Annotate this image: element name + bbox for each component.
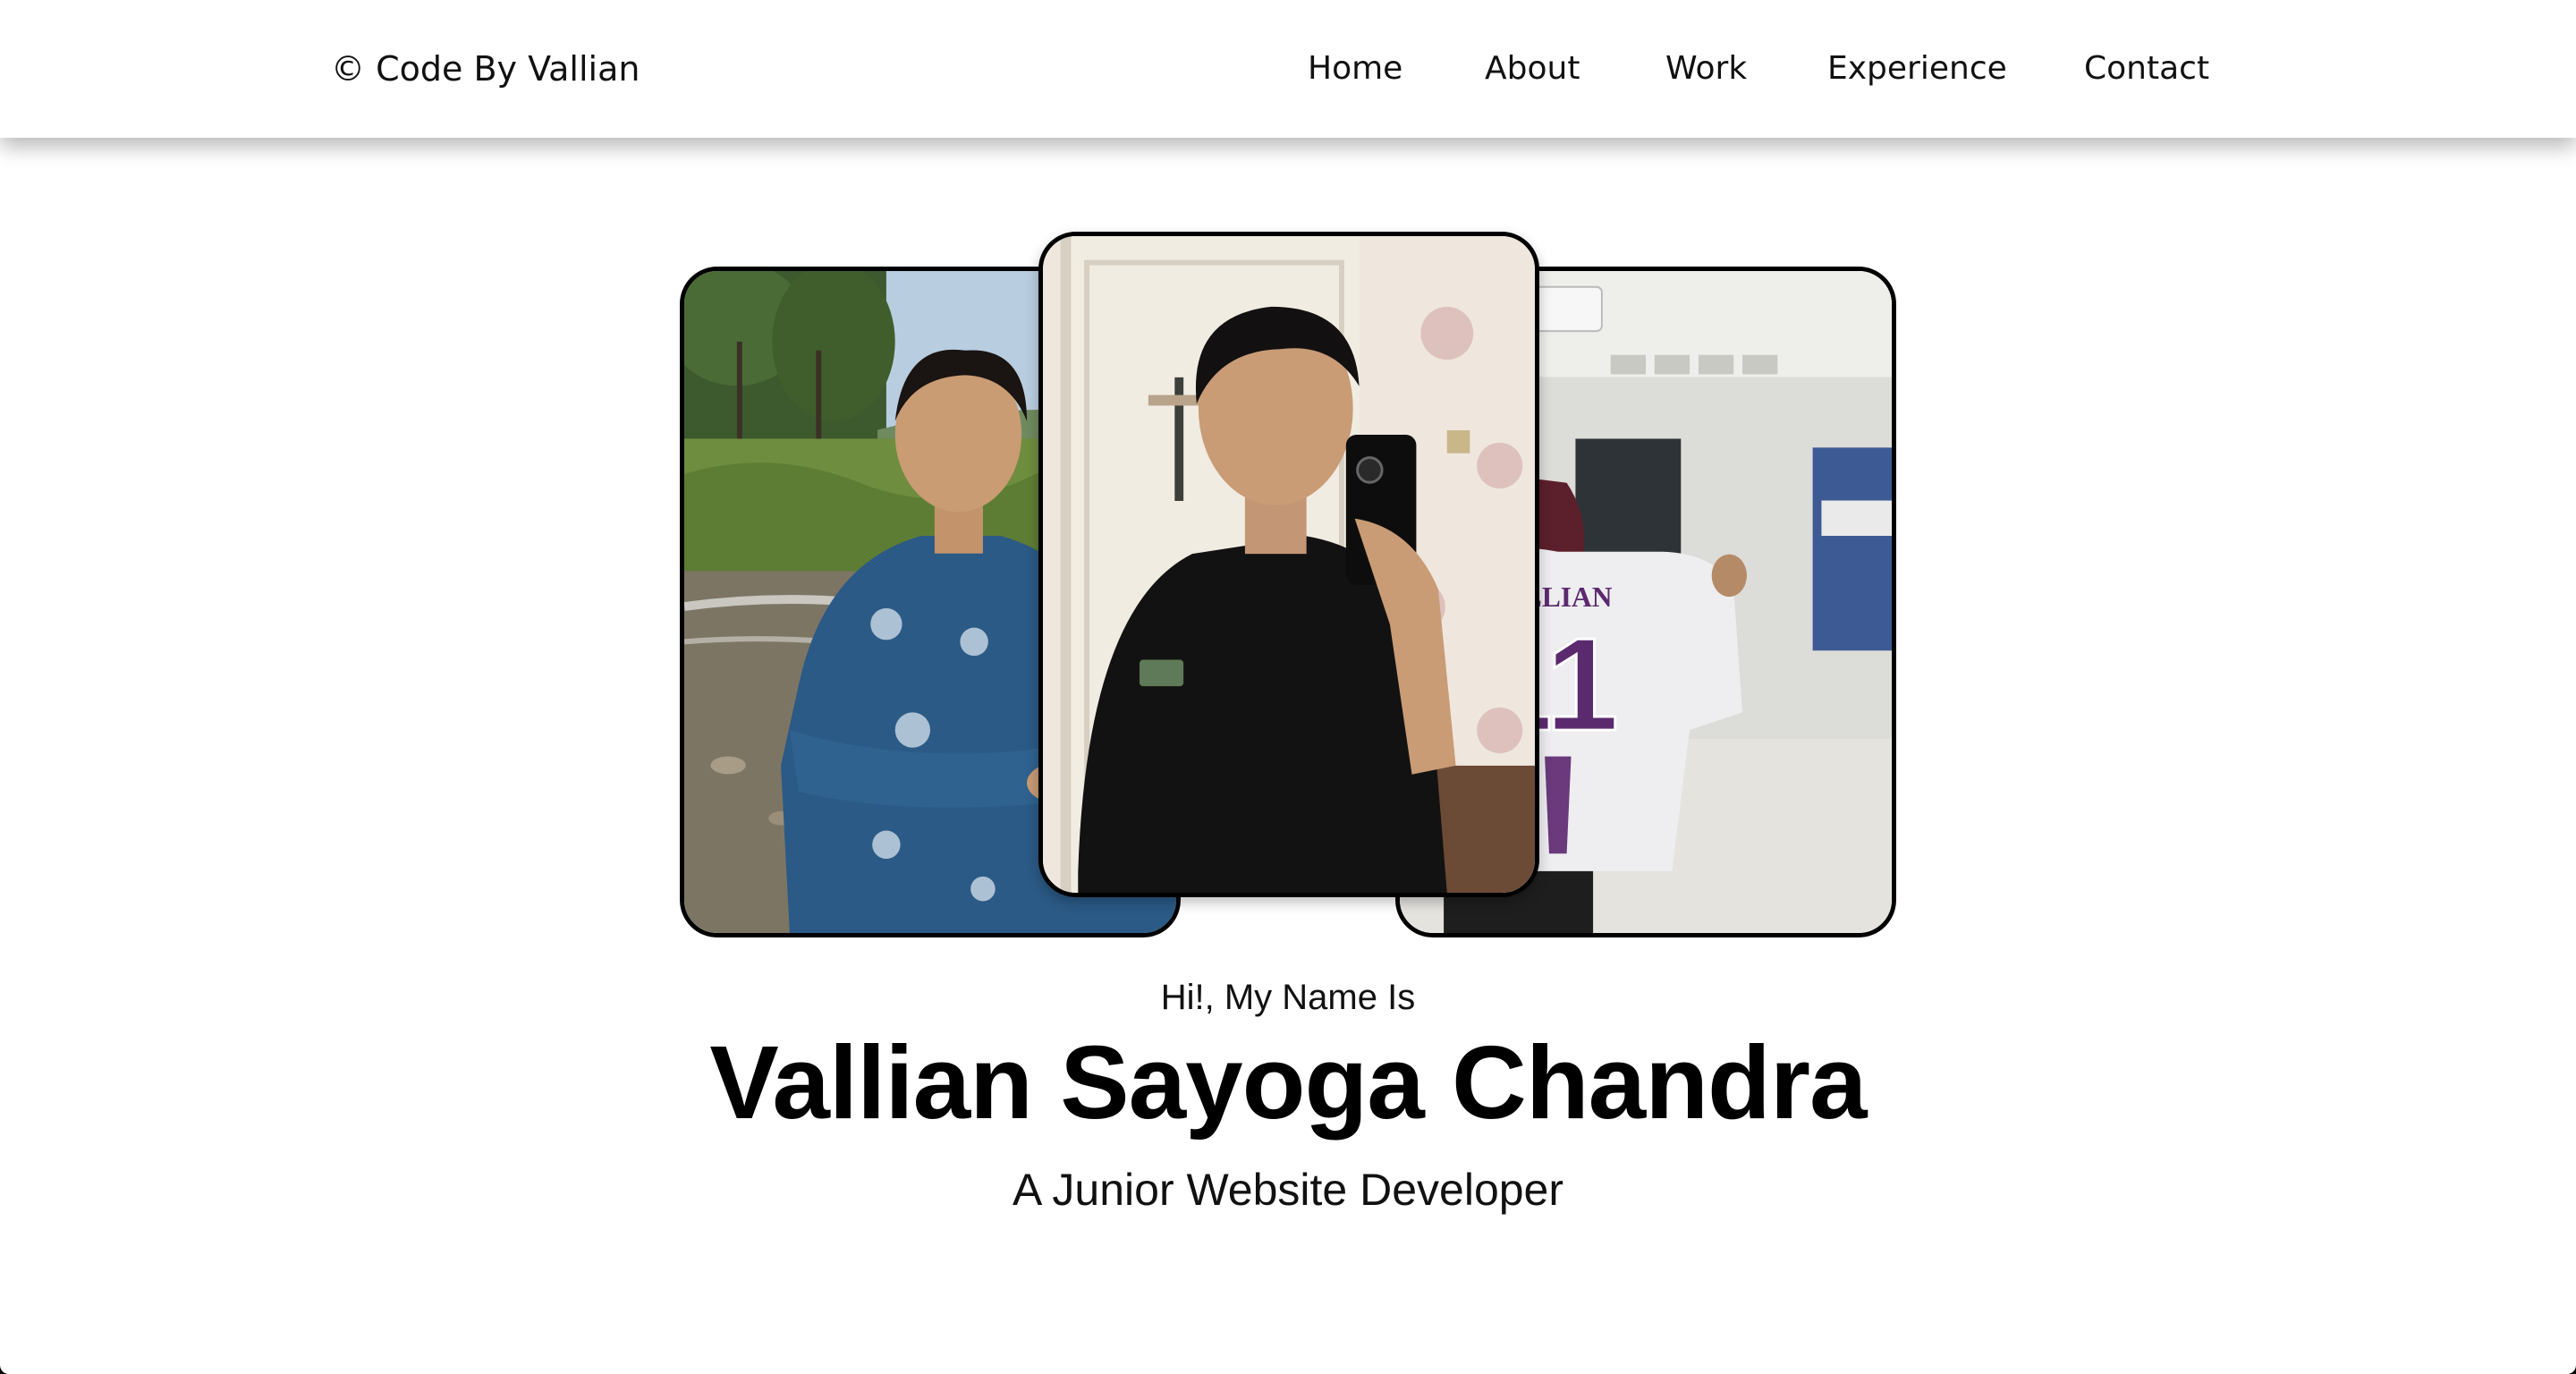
nav-link-work[interactable]: Work <box>1665 47 1747 91</box>
main-nav: Home About Work Experience Contact <box>0 47 2576 91</box>
nav-link-about[interactable]: About <box>1485 47 1580 91</box>
hero-name-title: Vallian Sayoga Chandra <box>709 1024 1867 1141</box>
photo-center-selfie <box>1038 232 1539 897</box>
nav-link-home[interactable]: Home <box>1308 47 1402 91</box>
page: © Code By Vallian Home About Work Experi… <box>0 0 2576 1374</box>
hero-role-subtitle: A Junior Website Developer <box>1012 1165 1564 1215</box>
nav-link-experience[interactable]: Experience <box>1827 47 2007 91</box>
hero-greeting: Hi!, My Name Is <box>1160 978 1416 1017</box>
nav-link-contact[interactable]: Contact <box>2084 47 2209 91</box>
photo-center-image <box>1043 236 1535 893</box>
navbar: © Code By Vallian Home About Work Experi… <box>0 0 2576 138</box>
